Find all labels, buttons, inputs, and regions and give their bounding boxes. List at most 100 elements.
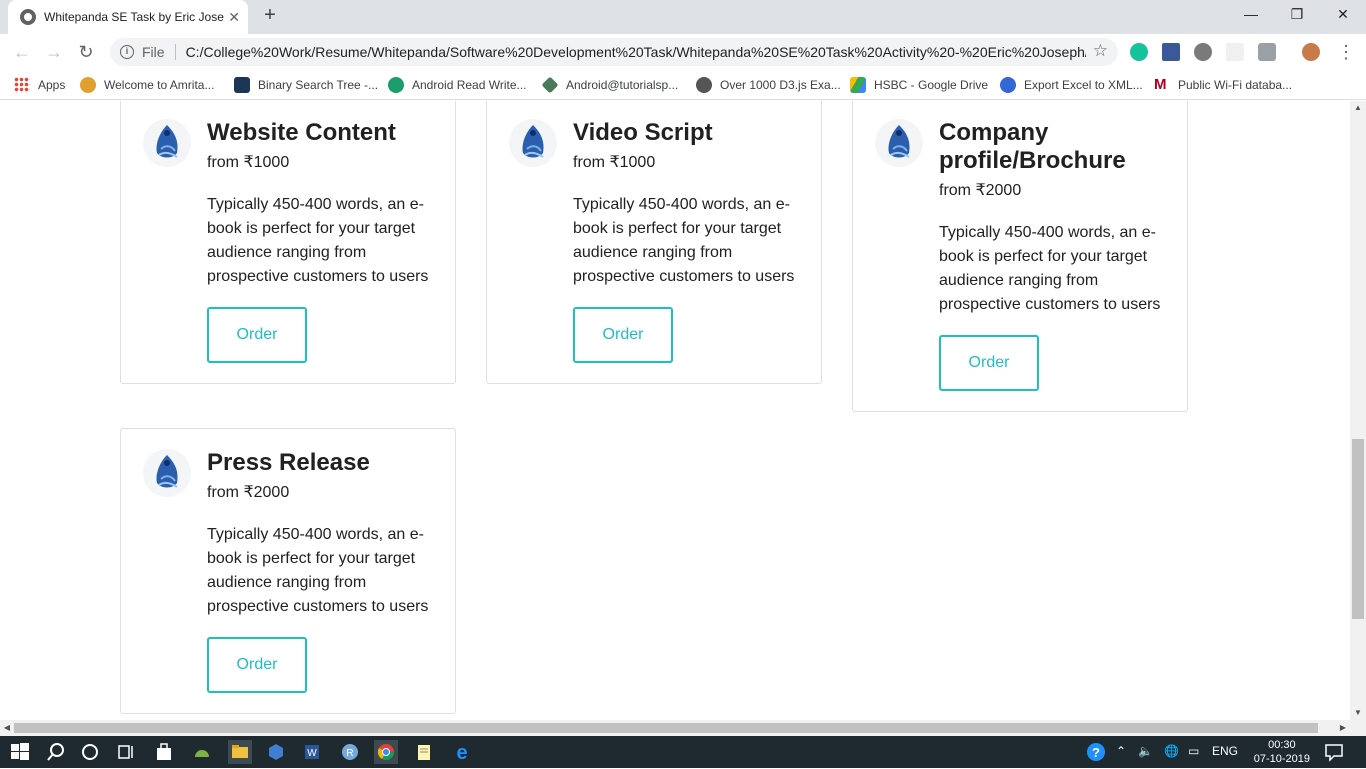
- chrome-icon[interactable]: [374, 740, 398, 764]
- browser-tab[interactable]: Whitepanda SE Task by Eric Joseph ✕: [8, 0, 248, 34]
- bookmark-label: Welcome to Amrita...: [104, 78, 215, 92]
- google-drive-icon: [850, 77, 866, 93]
- notifications-icon[interactable]: [1322, 740, 1346, 764]
- windows-start-icon[interactable]: [8, 740, 32, 764]
- horizontal-scrollbar[interactable]: ◀ ▶: [0, 720, 1366, 736]
- r-studio-icon[interactable]: R: [338, 740, 362, 764]
- blank-extension-icon[interactable]: [1226, 43, 1244, 61]
- address-url[interactable]: C:/College%20Work/Resume/Whitepanda/Soft…: [186, 44, 1086, 60]
- card-price: from ₹2000: [939, 182, 1022, 199]
- network-icon[interactable]: 🌐: [1164, 744, 1179, 758]
- close-window-button[interactable]: ✕: [1320, 0, 1366, 30]
- card-description: Typically 450-400 words, an e-book is pe…: [207, 526, 429, 615]
- vertical-scroll-thumb[interactable]: [1352, 439, 1364, 619]
- export-icon: [1000, 77, 1016, 93]
- amrita-icon: [80, 77, 96, 93]
- bookmark-label: Android@tutorialsp...: [566, 78, 679, 92]
- card-price: from ₹1000: [573, 154, 656, 171]
- card-description: Typically 450-400 words, an e-book is pe…: [573, 196, 795, 285]
- scroll-left-icon[interactable]: ◀: [0, 720, 14, 736]
- order-button[interactable]: Order: [939, 335, 1039, 391]
- order-button[interactable]: Order: [207, 307, 307, 363]
- card-title: Company profile/Brochure: [939, 119, 1126, 174]
- card-description: Typically 450-400 words, an e-book is pe…: [207, 196, 429, 285]
- bst-icon: [234, 77, 250, 93]
- bookmark-item[interactable]: Android Read Write...: [388, 77, 527, 93]
- restore-button[interactable]: ❐: [1274, 0, 1320, 30]
- globe-icon: [696, 77, 712, 93]
- order-button[interactable]: Order: [207, 637, 307, 693]
- service-card: Video Script from ₹1000 Typically 450-40…: [486, 101, 822, 384]
- store-icon[interactable]: [152, 740, 176, 764]
- word-icon[interactable]: W: [300, 740, 324, 764]
- bookmark-item[interactable]: Binary Search Tree -...: [234, 77, 378, 93]
- minimize-button[interactable]: —: [1228, 0, 1274, 30]
- grammarly-extension-icon[interactable]: [1130, 43, 1148, 61]
- bookmark-label: HSBC - Google Drive: [874, 78, 989, 92]
- menu-dots-icon[interactable]: ⋮: [1334, 40, 1358, 64]
- virtualbox-icon[interactable]: [264, 740, 288, 764]
- scroll-right-icon[interactable]: ▶: [1336, 720, 1350, 736]
- volume-icon[interactable]: 🔈: [1138, 744, 1153, 758]
- vertical-scrollbar[interactable]: ▲ ▼: [1350, 101, 1366, 720]
- edge-icon[interactable]: e: [450, 740, 474, 764]
- notepad-icon[interactable]: [412, 740, 436, 764]
- bookmark-item[interactable]: Over 1000 D3.js Exa...: [696, 77, 841, 93]
- m-logo-icon: M: [1154, 76, 1167, 93]
- bookmark-star-icon[interactable]: ☆: [1093, 41, 1108, 61]
- circle-extension-icon[interactable]: [1194, 43, 1212, 61]
- task-view-icon[interactable]: [114, 740, 138, 764]
- tab-strip: Whitepanda SE Task by Eric Joseph ✕ + — …: [0, 0, 1366, 34]
- bookmark-item[interactable]: Android@tutorialsp...: [541, 76, 679, 94]
- address-scheme: File: [142, 44, 165, 60]
- address-bar[interactable]: i File C:/College%20Work/Resume/Whitepan…: [110, 38, 1118, 66]
- card-title: Website Content: [207, 119, 396, 146]
- back-arrow-icon[interactable]: ←: [10, 40, 34, 64]
- scroll-down-icon[interactable]: ▼: [1350, 706, 1366, 720]
- page-viewport: Website Content from ₹1000 Typically 450…: [0, 101, 1350, 720]
- bookmark-label: Android Read Write...: [412, 78, 527, 92]
- bookmark-label: Apps: [38, 78, 66, 92]
- search-icon[interactable]: [44, 740, 68, 764]
- card-title: Press Release: [207, 449, 370, 476]
- windows-taskbar: W R e ? ⌃ 🔈 🌐 ▭ ENG 00:30 07-10-2019: [0, 736, 1366, 768]
- cube-extension-icon[interactable]: [1258, 43, 1276, 61]
- chevron-up-icon[interactable]: ⌃: [1116, 744, 1126, 758]
- scroll-up-icon[interactable]: ▲: [1350, 101, 1366, 115]
- file-explorer-icon[interactable]: [228, 740, 252, 764]
- profile-avatar[interactable]: [1302, 43, 1320, 61]
- bookmark-apps[interactable]: Apps: [14, 77, 65, 93]
- tab-close-icon[interactable]: ✕: [228, 9, 240, 26]
- android-icon: [388, 77, 404, 93]
- android-studio-icon[interactable]: [190, 740, 214, 764]
- battery-icon[interactable]: ▭: [1188, 744, 1199, 758]
- service-card: Website Content from ₹1000 Typically 450…: [120, 101, 456, 384]
- bookmark-item[interactable]: Export Excel to XML...: [1000, 77, 1143, 93]
- horizontal-scroll-thumb[interactable]: [14, 723, 1318, 733]
- forward-arrow-icon[interactable]: →: [42, 40, 66, 64]
- bookmark-item[interactable]: HSBC - Google Drive: [850, 77, 988, 93]
- clock-time: 00:30: [1268, 739, 1296, 751]
- bookmark-item[interactable]: M Public Wi-Fi databa...: [1154, 77, 1292, 93]
- cortana-icon[interactable]: [78, 740, 102, 764]
- reload-icon[interactable]: ↻: [74, 40, 98, 64]
- svg-text:?: ?: [1092, 745, 1100, 760]
- bookmarks-bar: Apps Welcome to Amrita... Binary Search …: [0, 70, 1366, 100]
- bookmark-label: Public Wi-Fi databa...: [1178, 78, 1293, 92]
- peacock-logo-icon: [143, 119, 191, 167]
- peacock-logo-icon: [875, 119, 923, 167]
- bookmark-item[interactable]: Welcome to Amrita...: [80, 77, 214, 93]
- svg-text:W: W: [307, 748, 317, 759]
- system-clock[interactable]: 00:30 07-10-2019: [1254, 738, 1310, 766]
- new-tab-button[interactable]: +: [258, 4, 282, 28]
- language-indicator[interactable]: ENG: [1212, 744, 1238, 758]
- database-extension-icon[interactable]: [1162, 43, 1180, 61]
- order-button[interactable]: Order: [573, 307, 673, 363]
- browser-toolbar: ← → ↻ i File C:/College%20Work/Resume/Wh…: [0, 34, 1366, 70]
- peacock-logo-icon: [143, 449, 191, 497]
- peacock-logo-icon: [509, 119, 557, 167]
- help-icon[interactable]: ?: [1084, 740, 1108, 764]
- bookmark-label: Over 1000 D3.js Exa...: [720, 78, 841, 92]
- info-icon[interactable]: i: [120, 45, 134, 59]
- card-description: Typically 450-400 words, an e-book is pe…: [939, 224, 1161, 313]
